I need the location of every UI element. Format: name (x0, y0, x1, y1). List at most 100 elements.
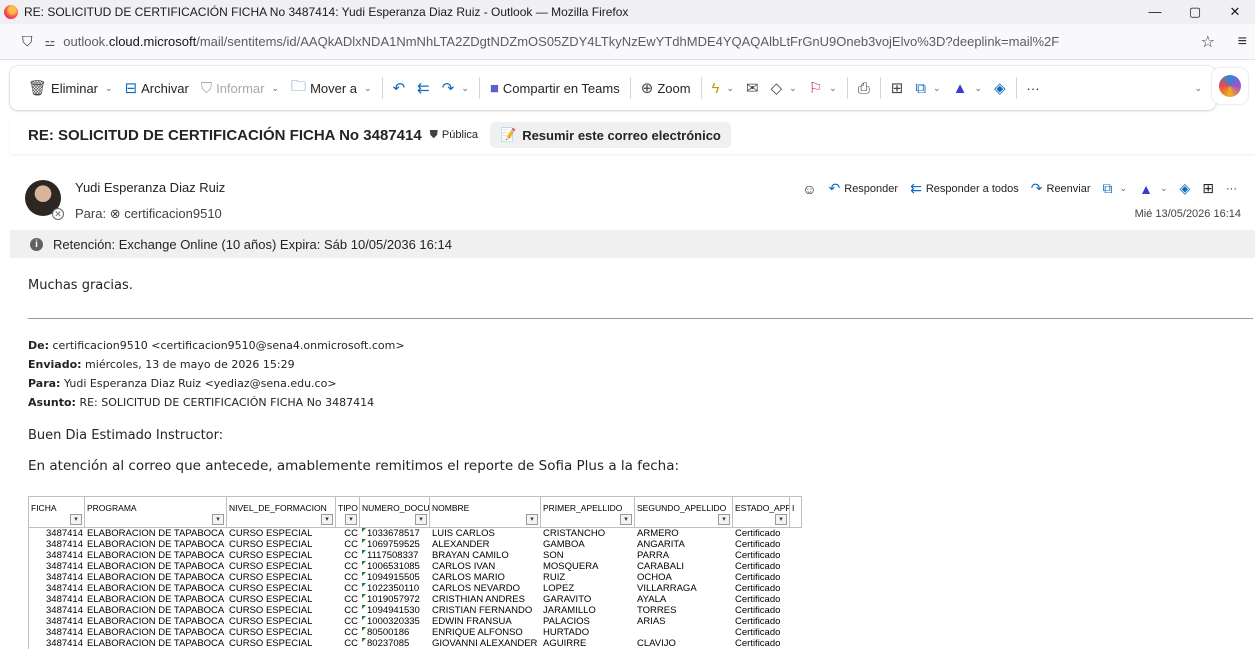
maximize-button[interactable]: ▢ (1175, 0, 1215, 24)
table-row: 3487414 ELABORACION DE TAPABOCA CURSO ESPE… (29, 550, 802, 561)
message-card: ✕ Yudi Esperanza Diaz Ruiz Para: ⊗ certi… (10, 166, 1255, 666)
move-button[interactable]: 🗀 Mover a ⌄ (285, 73, 378, 103)
reply-button[interactable]: ↶ (387, 73, 412, 103)
archive-button[interactable]: ⊟ Archivar (119, 73, 195, 103)
bookmark-star-icon[interactable]: ☆ (1201, 32, 1215, 52)
table-cell: CARLOS MARIO (432, 572, 505, 583)
addins-button[interactable]: ⧉ ⌄ (909, 73, 946, 103)
address-bar[interactable]: ⛉ ⚍ outlook. cloud.microsoft/mail/sentite… (0, 24, 1255, 60)
permissions-icon[interactable]: ⚍ (45, 35, 56, 49)
print-button[interactable]: ⎙ (852, 73, 876, 103)
ribbon-expand-button[interactable]: ⌄ (1185, 73, 1208, 103)
summarize-button[interactable]: 📝 Resumir este correo electrónico (490, 122, 731, 148)
table-cell: AGUIRRE (543, 638, 587, 649)
reply-all-button[interactable]: ⇇ (411, 73, 436, 103)
table-cell: CC (344, 627, 358, 638)
filter-dropdown-icon[interactable]: ▾ (345, 514, 357, 525)
report-label: Informar (216, 80, 265, 96)
more-actions-button[interactable]: ··· (1021, 73, 1046, 103)
table-cell: 3487414 (46, 594, 83, 605)
sender-name[interactable]: Yudi Esperanza Diaz Ruiz (75, 180, 225, 195)
emoji-reaction-button[interactable]: ☺ (798, 181, 820, 197)
table-cell: CARABALI (637, 561, 684, 572)
loop-button[interactable]: ◈ (1175, 180, 1194, 197)
table-cell: 3487414 (46, 572, 83, 583)
quoted-sent: miércoles, 13 de mayo de 2026 15:29 (85, 358, 295, 371)
addins-button[interactable]: ⧉ ⌄ (1099, 180, 1132, 197)
table-cell (790, 539, 802, 550)
table-cell: GIOVANNI ALEXANDER (432, 638, 538, 649)
zoom-button[interactable]: ⊕ Zoom (635, 73, 697, 103)
pdf-button[interactable]: ▲ ⌄ (947, 73, 988, 103)
app-menu-icon[interactable]: ≡ (1238, 33, 1247, 51)
lightning-icon: ϟ (711, 79, 720, 97)
recipient-name[interactable]: certificacion9510 (124, 206, 222, 221)
error-indicator-icon (362, 638, 366, 642)
report-table: FICHA ▾ PROGRAMA ▾ NIVEL_DE_FORMACION ▾ TIP… (28, 496, 802, 649)
flag-button[interactable]: ⚐ ⌄ (803, 73, 843, 103)
categorize-button[interactable]: ◇ ⌄ (765, 73, 803, 103)
table-cell: 1094941530 (360, 605, 430, 616)
chevron-down-icon[interactable]: ⌄ (272, 83, 280, 94)
chevron-down-icon[interactable]: ⌄ (727, 83, 735, 94)
more-label: ··· (1026, 80, 1040, 96)
chevron-down-icon[interactable]: ⌄ (105, 83, 113, 94)
table-row: 3487414 ELABORACION DE TAPABOCA CURSO ESPE… (29, 583, 802, 594)
quick-steps-button[interactable]: ϟ ⌄ (706, 73, 741, 103)
visibility-label: Pública (441, 129, 478, 141)
table-cell: Certificado (735, 550, 781, 561)
minimize-button[interactable]: — (1135, 0, 1175, 24)
table-cell: 3487414 (46, 583, 83, 594)
close-button[interactable]: ✕ (1215, 0, 1255, 24)
intro-text: En atención al correo que antecede, amab… (28, 458, 680, 474)
table-cell: 3487414 (46, 550, 83, 561)
reply-button[interactable]: ↶ Responder (825, 180, 903, 197)
table-cell: ARMERO (637, 528, 679, 539)
forward-label: Reenviar (1046, 182, 1091, 195)
filter-dropdown-icon[interactable]: ▾ (415, 514, 427, 525)
forward-button[interactable]: ↷ ⌄ (436, 73, 475, 103)
table-cell: CRISTHIAN ANDRES (432, 594, 525, 605)
mark-read-button[interactable]: ✉ (740, 73, 765, 103)
table-cell (790, 528, 802, 539)
retention-banner: i Retención: Exchange Online (10 años) E… (10, 230, 1255, 258)
copilot-button[interactable] (1212, 68, 1248, 104)
forward-button[interactable]: ↷ Reenviar (1027, 180, 1095, 197)
move-label: Mover a (310, 80, 358, 96)
filter-dropdown-icon[interactable]: ▾ (212, 514, 224, 525)
apps-button[interactable]: ⊞ (885, 73, 910, 103)
pdf-button[interactable]: ▲ ⌄ (1135, 181, 1171, 197)
chevron-down-icon[interactable]: ⌄ (829, 83, 837, 94)
column-header: NOMBRE ▾ (430, 497, 541, 527)
filter-dropdown-icon[interactable]: ▾ (321, 514, 333, 525)
reply-text: Muchas gracias. (28, 278, 133, 293)
chevron-down-icon[interactable]: ⌄ (364, 83, 372, 94)
table-cell: CC (344, 638, 358, 649)
share-teams-button[interactable]: ■ Compartir en Teams (484, 73, 626, 103)
reply-all-button[interactable]: ⇇ Responder a todos (906, 180, 1023, 197)
delete-button[interactable]: 🗑 Eliminar ⌄ (22, 73, 119, 103)
table-cell: GARAVITO (543, 594, 592, 605)
chevron-down-icon: ⌄ (1159, 183, 1168, 193)
filter-dropdown-icon[interactable]: ▾ (620, 514, 632, 525)
toolbar-divider (478, 77, 480, 99)
table-cell: GAMBOA (543, 539, 585, 550)
table-cell: CC (344, 605, 358, 616)
column-header: TIPO ▾ (336, 497, 360, 527)
report-button[interactable]: ⛉ Informar ⌄ (195, 73, 285, 103)
filter-active-icon[interactable]: ▾ (70, 514, 82, 525)
more-actions-button[interactable]: ··· (1222, 183, 1241, 195)
filter-dropdown-icon[interactable]: ▾ (526, 514, 538, 525)
chevron-down-icon[interactable]: ⌄ (974, 83, 982, 94)
apps-button[interactable]: ⊞ (1198, 180, 1218, 197)
table-cell: ELABORACION DE TAPABOCA (87, 550, 225, 561)
chevron-down-icon[interactable]: ⌄ (933, 83, 941, 94)
filter-active-icon[interactable]: ▾ (775, 514, 787, 525)
table-cell (635, 627, 733, 638)
filter-dropdown-icon[interactable]: ▾ (718, 514, 730, 525)
addin-icon: ⧉ (915, 79, 927, 97)
tracking-shield-icon[interactable]: ⛉ (22, 33, 33, 50)
chevron-down-icon[interactable]: ⌄ (461, 83, 469, 94)
loop-button[interactable]: ◈ (988, 73, 1012, 103)
chevron-down-icon[interactable]: ⌄ (789, 83, 797, 94)
